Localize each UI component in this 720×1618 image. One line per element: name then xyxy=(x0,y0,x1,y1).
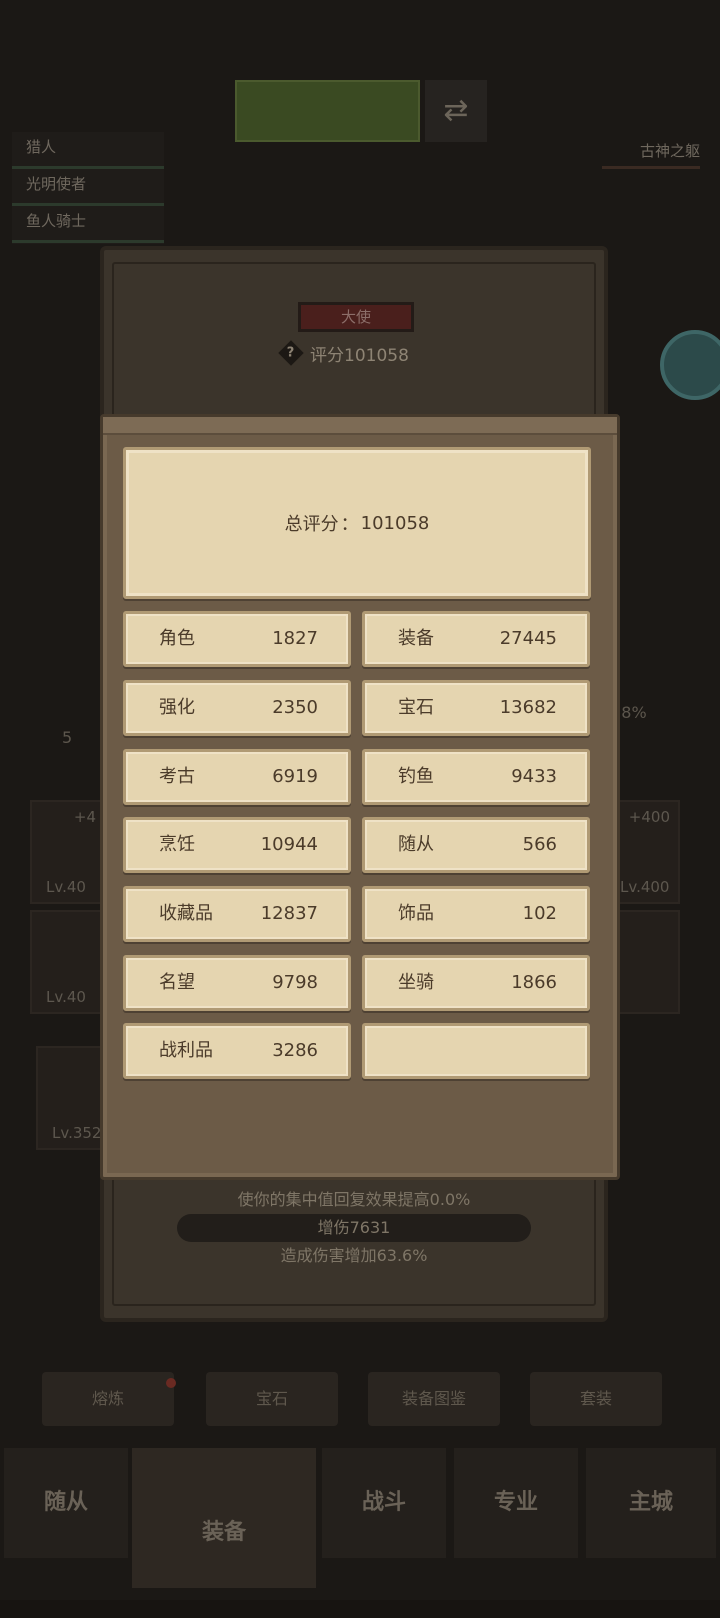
total-score-label: 总评分 xyxy=(284,514,339,535)
set-name-tag: 古神之躯 xyxy=(602,136,700,169)
title-badge: 大使 xyxy=(298,302,414,332)
stat-card-archaeology: 考古 6919 xyxy=(123,749,351,805)
stat-value: 102 xyxy=(522,903,557,924)
stat-label: 烹饪 xyxy=(159,834,195,855)
stat-card-fishing: 钓鱼 9433 xyxy=(362,749,590,805)
stat-value: 13682 xyxy=(499,697,557,718)
stat-card-followers: 随从 566 xyxy=(362,817,590,873)
total-score-card: 总评分： 101058 xyxy=(123,447,591,599)
stat-value: 9798 xyxy=(272,972,318,993)
stat-line: 造成伤害增加63.6% xyxy=(280,1246,428,1265)
character-name-list: 猎人 光明使者 鱼人骑士 xyxy=(12,132,164,244)
stat-label: 坐骑 xyxy=(398,972,434,993)
left-stat-value: 5 xyxy=(62,728,73,747)
stat-card-accessories: 饰品 102 xyxy=(362,886,590,942)
slot-level: Lv.40 xyxy=(46,988,86,1006)
tab-smelt[interactable]: 熔炼 xyxy=(42,1372,174,1426)
stat-card-cooking: 烹饪 10944 xyxy=(123,817,351,873)
equipment-slot[interactable]: Lv.40 xyxy=(30,910,106,1014)
equipment-tabs: 熔炼 宝石 装备图鉴 套装 xyxy=(0,1372,720,1430)
stat-card-reputation: 名望 9798 xyxy=(123,955,351,1011)
stat-value: 3286 xyxy=(272,1040,318,1061)
stat-value: 1827 xyxy=(272,628,318,649)
nav-main-city[interactable]: 主城 xyxy=(586,1448,716,1558)
stat-value: 9433 xyxy=(511,766,557,787)
stat-label: 名望 xyxy=(159,972,195,993)
score-row[interactable]: ? 评分101058 xyxy=(278,340,409,366)
stat-value: 6919 xyxy=(272,766,318,787)
stat-value: 12837 xyxy=(260,903,318,924)
stat-card-mount: 坐骑 1866 xyxy=(362,955,590,1011)
stat-label: 随从 xyxy=(398,834,434,855)
slot-bonus: +400 xyxy=(628,808,670,826)
notification-dot xyxy=(166,1378,176,1388)
stat-value: 2350 xyxy=(272,697,318,718)
stat-value: 10944 xyxy=(260,834,318,855)
nav-followers[interactable]: 随从 xyxy=(4,1448,128,1558)
tab-gem[interactable]: 宝石 xyxy=(206,1372,338,1426)
stat-line-highlight: 增伤7631 xyxy=(177,1214,531,1242)
character-name[interactable]: 光明使者 xyxy=(12,169,164,206)
tab-set[interactable]: 套装 xyxy=(530,1372,662,1426)
score-label: 评分101058 xyxy=(310,345,409,366)
stat-card-trophies: 战利品 3286 xyxy=(123,1023,351,1079)
stat-label: 饰品 xyxy=(398,903,434,924)
stat-label: 收藏品 xyxy=(159,903,213,924)
total-score-colon: ： xyxy=(340,514,359,535)
stat-label: 考古 xyxy=(159,766,195,787)
slot-bonus: +4 xyxy=(73,808,96,826)
total-score-value: 101058 xyxy=(360,512,430,534)
modal-top-edge xyxy=(103,417,617,435)
stat-card-role: 角色 1827 xyxy=(123,611,351,667)
stat-card-empty xyxy=(362,1023,590,1079)
stat-card-collectibles: 收藏品 12837 xyxy=(123,886,351,942)
character-name[interactable]: 鱼人骑士 xyxy=(12,206,164,243)
swap-icon[interactable]: ⇄ xyxy=(425,80,487,142)
stat-card-enhance: 强化 2350 xyxy=(123,680,351,736)
question-icon[interactable]: ? xyxy=(278,340,304,366)
stat-card-equipment: 装备 27445 xyxy=(362,611,590,667)
score-breakdown-modal: 总评分： 101058 角色 1827 装备 27445 强化 2350 宝石 13682… xyxy=(100,414,620,1180)
stat-card-gem: 宝石 13682 xyxy=(362,680,590,736)
character-name[interactable]: 猎人 xyxy=(12,132,164,169)
nav-equipment[interactable]: 装备 xyxy=(132,1448,316,1588)
tab-equipment-codex[interactable]: 装备图鉴 xyxy=(368,1372,500,1426)
nav-profession[interactable]: 专业 xyxy=(454,1448,578,1558)
title-banner xyxy=(235,80,420,142)
stat-value: 27445 xyxy=(499,628,557,649)
stat-label: 装备 xyxy=(398,628,434,649)
stat-value: 1866 xyxy=(511,972,557,993)
stat-label: 强化 xyxy=(159,697,195,718)
stat-label: 宝石 xyxy=(398,697,434,718)
bottom-nav: 随从 装备 战斗 专业 主城 xyxy=(0,1448,720,1600)
stat-label: 钓鱼 xyxy=(398,766,434,787)
slot-level: Lv.40 xyxy=(46,878,86,896)
stat-label: 角色 xyxy=(159,628,195,649)
equipment-slot[interactable]: +4 Lv.40 xyxy=(30,800,106,904)
slot-level: Lv.352 xyxy=(52,1124,102,1142)
stat-label: 战利品 xyxy=(159,1040,213,1061)
stat-value: 566 xyxy=(522,834,557,855)
nav-battle[interactable]: 战斗 xyxy=(322,1448,446,1558)
side-round-icon[interactable] xyxy=(660,330,720,400)
stat-line: 使你的集中值回复效果提高0.0% xyxy=(237,1190,471,1209)
slot-level: Lv.400 xyxy=(620,878,670,896)
